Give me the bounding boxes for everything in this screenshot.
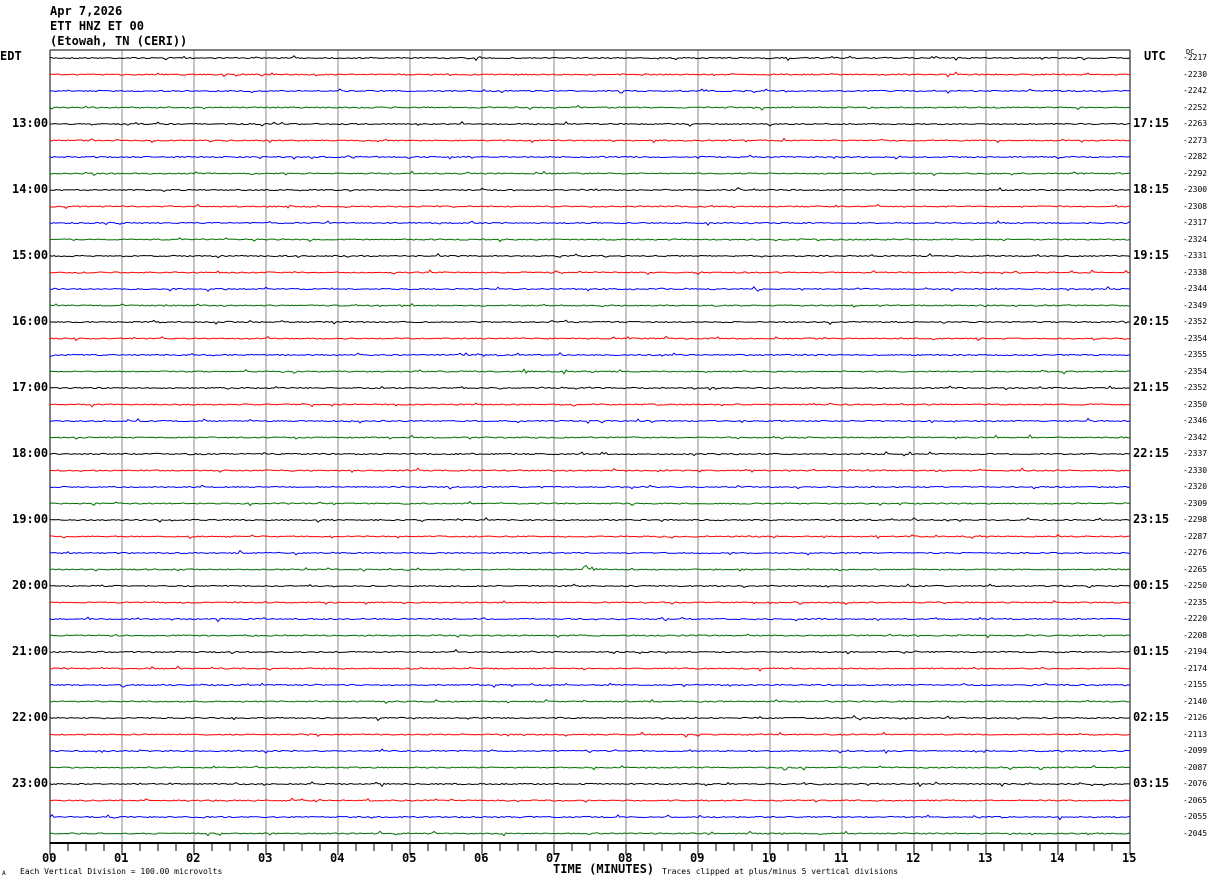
seismic-trace: [49, 467, 1131, 474]
seismic-trace: [49, 699, 1130, 704]
seismic-trace: [49, 797, 1131, 803]
seismic-trace: [49, 154, 1131, 160]
seismic-trace: [49, 665, 1131, 672]
seismic-trace: [49, 417, 1131, 424]
seismic-trace: [49, 781, 1131, 788]
seismic-trace: [49, 269, 1131, 276]
seismic-trace: [49, 748, 1131, 754]
seismic-trace: [49, 137, 1131, 144]
x-axis-title: TIME (MINUTES): [553, 862, 655, 876]
seismic-trace: [49, 187, 1131, 192]
seismic-trace: [49, 583, 1131, 589]
seismic-trace: [49, 220, 1131, 226]
seismic-trace: [49, 55, 1131, 62]
seismic-trace: [49, 451, 1131, 457]
seismic-trace: [49, 600, 1131, 606]
seismic-trace: [49, 319, 1131, 326]
seismic-trace: [49, 616, 1131, 623]
seismic-trace: [49, 335, 1131, 342]
seismic-trace: [49, 633, 1131, 639]
seismic-trace: [49, 286, 1131, 293]
seismic-trace: [50, 351, 1131, 357]
scale-note: Each Vertical Division = 100.00 microvol…: [20, 867, 223, 876]
seismic-trace: [49, 385, 1131, 391]
clip-note: Traces clipped at plus/minus 5 vertical …: [662, 867, 899, 876]
seismic-trace: [49, 88, 1131, 94]
seismic-trace: [49, 533, 1131, 540]
seismic-trace: [49, 517, 1131, 523]
seismic-trace: [49, 764, 1131, 771]
seismic-trace: [49, 368, 1131, 375]
seismic-trace: [49, 203, 1131, 209]
seismic-trace: [49, 434, 1131, 440]
helicorder-plot: [49, 49, 1131, 855]
seismic-trace: [49, 830, 1131, 837]
seismic-trace: [49, 564, 1131, 572]
seismic-trace: [49, 714, 1131, 722]
seismic-trace: [49, 104, 1131, 111]
seismic-trace: [49, 170, 1131, 177]
seismic-trace: [49, 71, 1130, 78]
seismic-trace: [49, 500, 1131, 507]
seismic-trace: [49, 120, 1131, 127]
seismic-trace: [49, 813, 1131, 821]
seismic-trace: [50, 648, 1131, 655]
seismic-trace: [49, 484, 1131, 490]
seismic-trace: [49, 252, 1131, 259]
seismic-trace: [49, 549, 1131, 556]
seismic-trace: [49, 682, 1131, 689]
seismic-trace: [49, 237, 1131, 243]
corner-mark: A: [2, 870, 6, 877]
seismic-trace: [49, 402, 1131, 408]
seismic-trace: [49, 302, 1130, 308]
seismic-trace: [49, 731, 1131, 738]
